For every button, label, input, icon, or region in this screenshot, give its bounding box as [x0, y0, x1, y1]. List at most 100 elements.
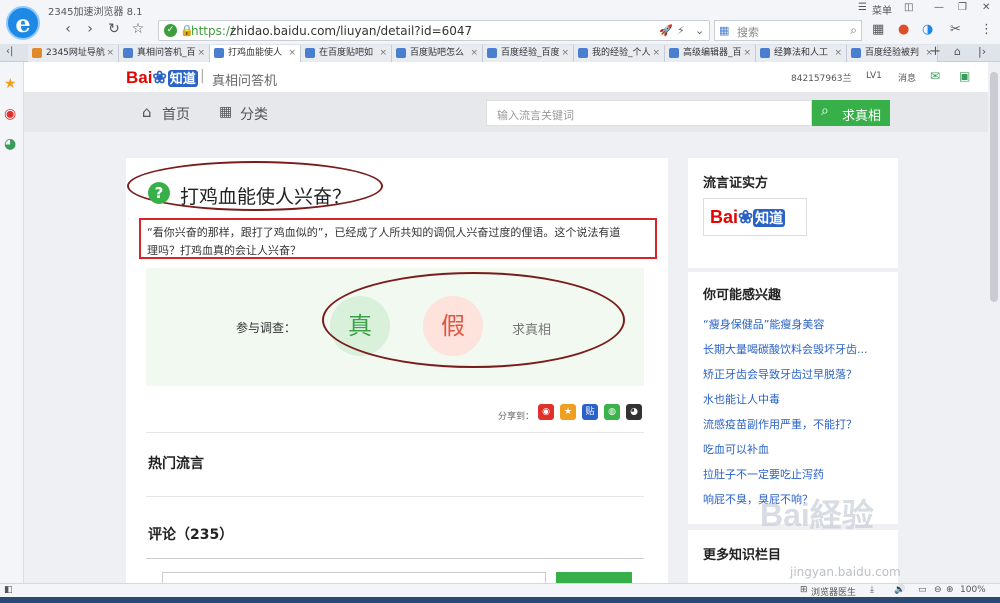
username-link[interactable]: 842157963兰: [791, 71, 852, 84]
tab-my-jingyan[interactable]: 我的经验_个人 ×: [574, 45, 665, 62]
tab-scroll-left-icon[interactable]: ‹|: [6, 46, 13, 57]
browser-logo-icon: e: [6, 6, 40, 40]
forward-icon[interactable]: ›: [80, 21, 100, 37]
comments-heading: 评论（235）: [148, 527, 234, 543]
skin-icon[interactable]: ◫: [904, 2, 913, 13]
survey-panel: 参与调查： 真 假 求真相: [146, 268, 644, 386]
nav-category[interactable]: 分类: [240, 104, 268, 124]
mail-icon[interactable]: ✉: [930, 69, 940, 83]
url-dropdown-icon[interactable]: ⌄: [695, 24, 704, 37]
browser-search-box[interactable]: ▦ 搜索 ⌕: [714, 20, 862, 41]
screen-icon[interactable]: ▭: [918, 585, 927, 595]
tab-2345-home[interactable]: 2345网址导航 ×: [28, 45, 119, 62]
seek-truth-button[interactable]: ⌕ 求真相: [812, 100, 890, 126]
os-taskbar: [0, 597, 1000, 603]
zoom-icon[interactable]: ⊕: [946, 585, 954, 595]
survey-annotation-oval: [322, 272, 625, 368]
tab-bar: ‹| 2345网址导航 × 真相问答机_百 × 打鸡血能使人 × 在百度贴吧如 × 百度…: [0, 44, 1000, 62]
scissors-icon[interactable]: ✂: [950, 22, 961, 37]
more-tools-icon[interactable]: ⋮: [980, 22, 993, 37]
weibo-icon[interactable]: ◉: [4, 106, 16, 122]
new-tab-icon[interactable]: +: [930, 44, 941, 59]
share-tieba-icon[interactable]: 贴: [582, 404, 598, 420]
back-icon[interactable]: ‹: [58, 21, 78, 37]
user-level[interactable]: LV1: [866, 71, 882, 81]
interest-link[interactable]: 拉肚子不一定要吃止泻药: [703, 466, 824, 482]
download-icon[interactable]: ⤓: [870, 585, 874, 595]
share-wechat-icon[interactable]: ◍: [604, 404, 620, 420]
tab-close-icon[interactable]: ×: [470, 45, 478, 61]
verifier-baidu-logo[interactable]: Bai❀ 知道: [703, 198, 807, 236]
favorites-star-icon[interactable]: ★: [4, 76, 17, 92]
tab-tieba-2[interactable]: 百度贴吧怎么 ×: [392, 45, 483, 62]
vertical-scrollbar[interactable]: [988, 62, 1000, 583]
lightning-icon[interactable]: ⚡: [677, 24, 685, 37]
bookmark-star-icon[interactable]: ☆: [128, 21, 148, 37]
interest-link[interactable]: 吃血可以补血: [703, 441, 769, 457]
tab-close-icon[interactable]: ×: [379, 45, 387, 61]
rumor-search-input[interactable]: 输入流言关键词: [486, 100, 812, 126]
medal-icon[interactable]: ●: [898, 22, 909, 37]
messages-link[interactable]: 消息: [898, 71, 916, 84]
comment-input[interactable]: [162, 572, 546, 583]
nav-home[interactable]: 首页: [162, 104, 190, 124]
tab-jingyan[interactable]: 百度经验_百度 ×: [483, 45, 574, 62]
tab-chicken-blood[interactable]: 打鸡血能使人 ×: [210, 45, 301, 62]
refresh-icon[interactable]: ↻: [104, 21, 124, 37]
tab-close-icon[interactable]: ×: [834, 45, 842, 61]
survey-label: 参与调查：: [236, 321, 297, 335]
tab-tieba-1[interactable]: 在百度贴吧如 ×: [301, 45, 392, 62]
close-icon[interactable]: ✕: [982, 2, 990, 13]
tab-judged[interactable]: 百度经验被判 ×: [847, 45, 938, 62]
logo-separator: |: [200, 68, 205, 84]
tab-scroll-right-icon[interactable]: |›: [978, 45, 986, 58]
game-icon[interactable]: ◕: [4, 136, 16, 152]
tab-truth-qa[interactable]: 真相问答机_百 ×: [119, 45, 210, 62]
verifier-card: 流言证实方 Bai❀ 知道: [688, 158, 898, 268]
address-bar[interactable]: ✓ 🔒 https:// zhidao.baidu.com/liuyan/det…: [158, 20, 710, 41]
category-grid-icon[interactable]: ▦: [219, 104, 232, 120]
tab-editor[interactable]: 高级编辑器_百 ×: [665, 45, 756, 62]
tab-favicon-icon: [851, 48, 861, 58]
tab-close-icon[interactable]: ×: [197, 45, 205, 61]
minimize-icon[interactable]: —: [934, 2, 944, 13]
search-icon[interactable]: ⌕: [850, 23, 857, 38]
tab-label: 百度贴吧怎么: [410, 48, 465, 58]
apps-grid-icon[interactable]: ▦: [872, 22, 884, 37]
baidu-zhidao-logo[interactable]: Bai❀ 知道: [126, 68, 198, 88]
site-subtitle[interactable]: 真相问答机: [212, 70, 277, 89]
tab-close-icon[interactable]: ×: [106, 45, 114, 61]
menu-icon[interactable]: ☰: [858, 2, 867, 13]
tab-label: 百度经验_百度: [501, 48, 560, 58]
share-qq-icon[interactable]: ◕: [626, 404, 642, 420]
comment-submit-button[interactable]: [556, 572, 632, 583]
status-left-icon[interactable]: ◧: [4, 585, 13, 595]
question-title: 打鸡血能使人兴奋？: [180, 186, 352, 208]
home-icon[interactable]: ⌂: [142, 103, 152, 121]
search-engine-icon[interactable]: ▦: [719, 24, 729, 37]
tab-algorithm[interactable]: 经算法和人工 ×: [756, 45, 847, 62]
rocket-icon[interactable]: 🚀: [659, 24, 673, 37]
interest-link[interactable]: “瘦身保健品”能瘦身美容: [703, 316, 824, 332]
tab-close-icon[interactable]: ×: [652, 45, 660, 61]
interest-link[interactable]: 矫正牙齿会导致牙齿过早脱落？: [703, 366, 857, 382]
sound-icon[interactable]: 🔊: [894, 585, 905, 595]
tab-close-icon[interactable]: ×: [561, 45, 569, 61]
doctor-icon[interactable]: ⊞: [800, 585, 808, 595]
menu-label[interactable]: 菜单: [872, 2, 892, 17]
interest-link[interactable]: 水也能让人中毒: [703, 391, 780, 407]
tab-close-icon[interactable]: ×: [743, 45, 751, 61]
zoom-level[interactable]: 100%: [960, 585, 986, 595]
tab-close-icon[interactable]: ×: [288, 45, 296, 61]
extension-icon[interactable]: ◑: [922, 22, 933, 37]
interest-link[interactable]: 长期大量喝碳酸饮料会毁坏牙齿...: [703, 341, 868, 357]
share-weibo-icon[interactable]: ◉: [538, 404, 554, 420]
zoom-out-icon[interactable]: ⊖: [934, 585, 942, 595]
scrollbar-thumb[interactable]: [990, 72, 998, 302]
share-qzone-icon[interactable]: ★: [560, 404, 576, 420]
tab-restore-icon[interactable]: ⌂: [954, 45, 961, 58]
restore-icon[interactable]: ❐: [958, 2, 967, 13]
gift-icon[interactable]: ▣: [959, 69, 970, 83]
interest-link[interactable]: 流感疫苗副作用严重，不能打？: [703, 416, 857, 432]
secure-shield-icon: ✓: [164, 24, 177, 37]
